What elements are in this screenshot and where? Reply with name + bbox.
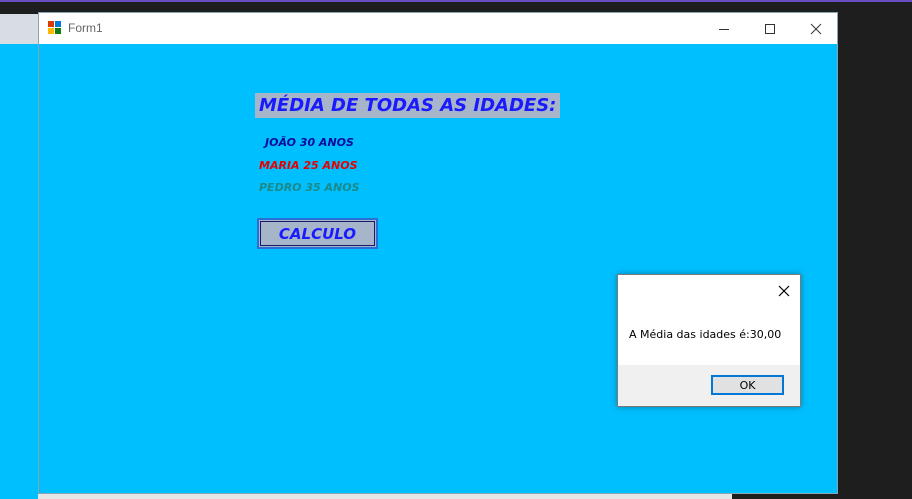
label-maria: MARIA 25 ANOS	[259, 159, 358, 172]
form-client-area: MÉDIA DE TODAS AS IDADES: JOÃO 30 ANOS M…	[39, 44, 837, 493]
calculo-button[interactable]: CALCULO	[257, 218, 378, 249]
window-title: Form1	[68, 21, 103, 35]
minimize-button[interactable]	[701, 13, 747, 44]
label-pedro: PEDRO 35 ANOS	[259, 181, 360, 194]
main-window: Form1 MÉDIA DE TODAS AS IDADES: JOÃO 30 …	[38, 12, 838, 494]
close-button[interactable]	[793, 13, 839, 44]
screen-accent-line	[0, 0, 912, 2]
label-joao: JOÃO 30 ANOS	[265, 136, 354, 149]
title-bar[interactable]: Form1	[39, 13, 837, 44]
dialog-close-button[interactable]	[774, 281, 794, 301]
minimize-icon	[719, 28, 729, 30]
maximize-icon	[765, 23, 775, 34]
maximize-button[interactable]	[747, 13, 793, 44]
ok-button[interactable]: OK	[711, 375, 784, 395]
dialog-message: A Média das idades é:30,00	[629, 328, 782, 341]
close-icon	[810, 23, 822, 34]
background-window-bottom	[38, 494, 732, 499]
message-box-dialog: A Média das idades é:30,00 OK	[617, 274, 801, 407]
heading-label: MÉDIA DE TODAS AS IDADES:	[255, 93, 561, 118]
background-window-edge	[0, 14, 40, 499]
winforms-app-icon	[48, 21, 62, 35]
background-window-titlebar	[0, 14, 40, 44]
close-icon	[778, 285, 790, 297]
dialog-footer: OK	[618, 365, 800, 406]
